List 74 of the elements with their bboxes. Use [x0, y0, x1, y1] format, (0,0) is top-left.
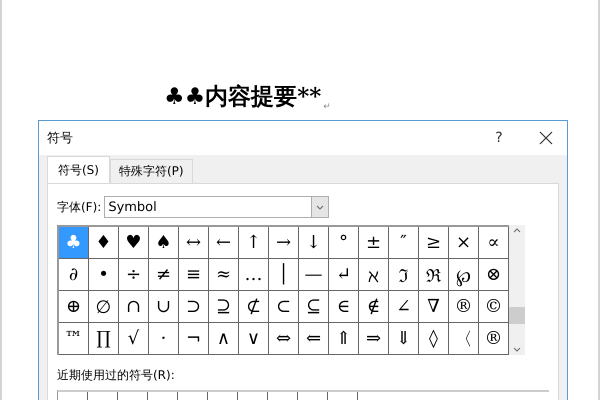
dialog-tab[interactable]: 特殊字符(P) — [110, 159, 193, 183]
symbol-cell[interactable]: ∅ — [89, 291, 119, 323]
symbol-cell[interactable]: ∠ — [389, 291, 419, 323]
symbol-cell[interactable]: ° — [329, 227, 359, 259]
symbol-cell[interactable]: ™ — [59, 323, 89, 355]
symbol-cell[interactable]: ≡ — [179, 259, 209, 291]
symbol-cell[interactable]: ∧ — [209, 323, 239, 355]
symbol-cell[interactable]: ∉ — [359, 291, 389, 323]
symbol-cell[interactable]: ♠ — [149, 227, 179, 259]
symbol-cell[interactable]: ⊆ — [299, 291, 329, 323]
symbol-cell[interactable]: … — [239, 259, 269, 291]
scrollbar[interactable] — [509, 225, 525, 355]
symbol-cell[interactable]: ℘ — [449, 259, 479, 291]
symbol-cell[interactable]: ⇓ — [389, 323, 419, 355]
symbol-cell[interactable]: → — [269, 227, 299, 259]
symbol-cell[interactable]: ∪ — [149, 291, 179, 323]
symbol-cell[interactable]: ∏ — [89, 323, 119, 355]
symbol-cell[interactable]: ⊕ — [59, 291, 89, 323]
symbol-cell[interactable]: ↑ — [239, 227, 269, 259]
help-button[interactable]: ? — [479, 130, 519, 146]
symbol-cell[interactable]: ♥ — [119, 227, 149, 259]
close-icon[interactable] — [539, 131, 553, 145]
symbol-cell[interactable]: ⇔ — [269, 323, 299, 355]
symbol-cell[interactable]: ⇑ — [329, 323, 359, 355]
symbol-cell[interactable]: ⊂ — [269, 291, 299, 323]
symbol-cell[interactable]: ∩ — [119, 291, 149, 323]
symbol-cell[interactable]: © — [479, 291, 509, 323]
font-label: 字体(F): — [57, 198, 102, 216]
dialog-title: 符号 — [47, 130, 74, 147]
symbol-cell[interactable]: — — [299, 259, 329, 291]
symbol-cell[interactable]: ∝ — [479, 227, 509, 259]
symbol-cell[interactable]: ≈ — [209, 259, 239, 291]
symbol-cell[interactable]: ⇒ — [359, 323, 389, 355]
symbol-cell[interactable]: ÷ — [119, 259, 149, 291]
symbol-cell[interactable]: ∇ — [419, 291, 449, 323]
symbol-cell[interactable]: ≠ — [149, 259, 179, 291]
symbol-cell[interactable]: ⊄ — [239, 291, 269, 323]
scroll-down-icon[interactable] — [513, 347, 521, 352]
symbol-cell[interactable]: ♦ — [89, 227, 119, 259]
symbol-cell[interactable]: ≥ — [419, 227, 449, 259]
font-dropdown[interactable]: Symbol — [104, 196, 330, 218]
symbol-cell[interactable]: ℑ — [389, 259, 419, 291]
symbol-cell[interactable]: • — [89, 259, 119, 291]
symbol-cell[interactable]: ℵ — [359, 259, 389, 291]
symbol-cell[interactable]: │ — [269, 259, 299, 291]
scrollbar-thumb[interactable] — [509, 307, 525, 324]
symbol-cell[interactable]: ↔ — [179, 227, 209, 259]
dialog-tab[interactable]: 符号(S) — [47, 156, 110, 183]
symbol-cell[interactable]: ⊇ — [209, 291, 239, 323]
symbol-cell[interactable]: ® — [449, 291, 479, 323]
symbol-cell[interactable]: √ — [119, 323, 149, 355]
symbol-cell[interactable]: ″ — [389, 227, 419, 259]
symbol-cell[interactable]: ℜ — [419, 259, 449, 291]
symbol-cell[interactable]: ⊗ — [479, 259, 509, 291]
symbol-cell[interactable]: ® — [479, 323, 509, 355]
symbol-cell[interactable]: ∈ — [329, 291, 359, 323]
symbol-cell[interactable]: ↓ — [299, 227, 329, 259]
document-heading: ♣♣内容提要** — [164, 82, 322, 112]
symbol-cell[interactable]: ↵ — [329, 259, 359, 291]
symbol-cell[interactable]: ∂ — [59, 259, 89, 291]
symbol-cell[interactable]: ⇐ — [299, 323, 329, 355]
symbol-cell[interactable]: × — [449, 227, 479, 259]
symbol-cell[interactable]: ± — [359, 227, 389, 259]
symbol-cell[interactable]: · — [149, 323, 179, 355]
symbol-cell[interactable]: 〈 — [449, 323, 479, 355]
recent-symbols-label: 近期使用过的符号(R): — [57, 367, 176, 384]
scroll-up-icon[interactable] — [513, 228, 521, 233]
chevron-down-icon — [316, 204, 324, 210]
symbol-cell[interactable]: ∨ — [239, 323, 269, 355]
paragraph-mark: ↵ — [323, 102, 331, 112]
symbol-cell[interactable]: ◊ — [419, 323, 449, 355]
symbol-cell[interactable]: ⊃ — [179, 291, 209, 323]
symbol-cell[interactable]: ¬ — [179, 323, 209, 355]
symbol-cell[interactable]: ← — [209, 227, 239, 259]
